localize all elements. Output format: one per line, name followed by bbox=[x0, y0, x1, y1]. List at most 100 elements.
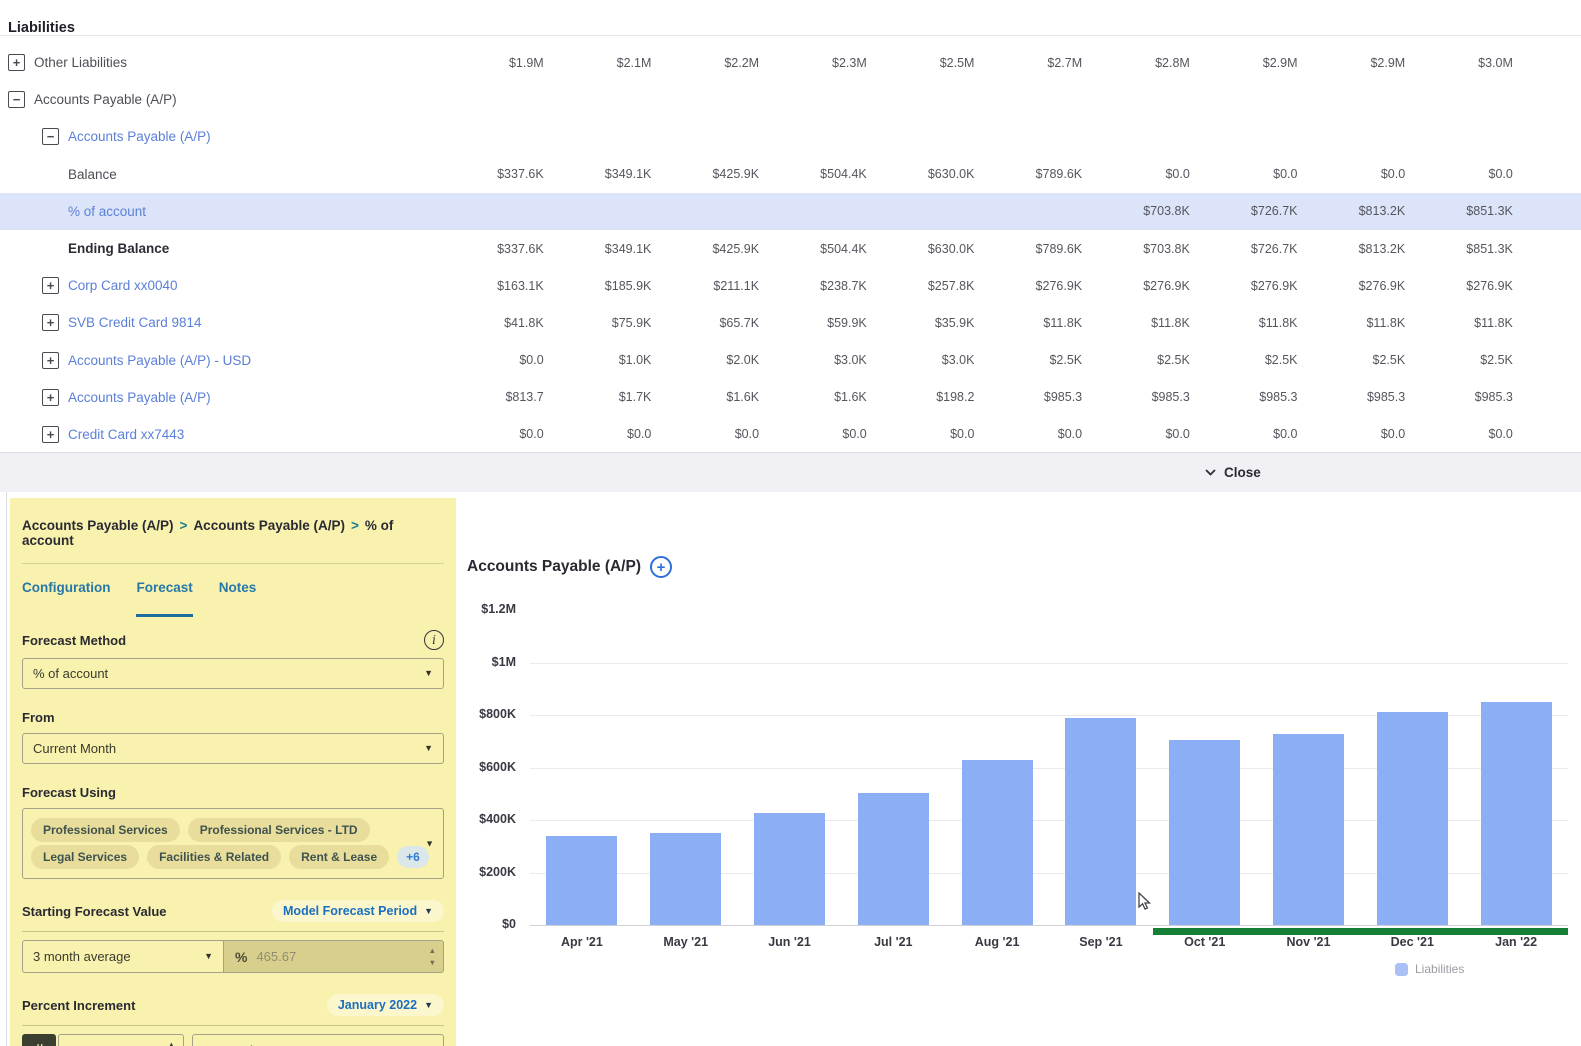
row-label[interactable]: +SVB Credit Card 9814 bbox=[0, 314, 450, 331]
cell-value[interactable]: $41.8K bbox=[450, 316, 558, 330]
forecast-using-select[interactable]: Professional ServicesProfessional Servic… bbox=[22, 808, 444, 879]
cell-value[interactable]: $2.3M bbox=[773, 56, 881, 70]
expand-icon[interactable]: + bbox=[8, 54, 25, 71]
cell-value[interactable]: $163.1K bbox=[450, 279, 558, 293]
breadcrumb-item[interactable]: Accounts Payable (A/P) bbox=[22, 518, 174, 533]
cell-value[interactable]: $276.9K bbox=[1096, 279, 1204, 293]
cell-value[interactable]: $2.7M bbox=[988, 56, 1096, 70]
add-chart-icon[interactable]: + bbox=[650, 556, 672, 578]
cell-value[interactable]: $813.7 bbox=[450, 390, 558, 404]
cell-value[interactable]: $2.9M bbox=[1204, 56, 1312, 70]
cell-value[interactable]: $0.0 bbox=[1204, 167, 1312, 181]
cell-value[interactable]: $0.0 bbox=[1096, 167, 1204, 181]
bar-Jun '21[interactable] bbox=[754, 813, 825, 925]
cell-value[interactable]: $789.6K bbox=[988, 242, 1096, 256]
cell-value[interactable]: $0.0 bbox=[988, 427, 1096, 441]
bar-Jan '22[interactable] bbox=[1481, 702, 1552, 925]
increment-stepper[interactable]: ▲▼ bbox=[168, 1041, 175, 1046]
bar-Jul '21[interactable] bbox=[858, 793, 929, 925]
cell-value[interactable]: $2.5K bbox=[988, 353, 1096, 367]
cell-value[interactable]: $1.6K bbox=[773, 390, 881, 404]
row-label[interactable]: +Accounts Payable (A/P) bbox=[0, 389, 450, 406]
bar-Sep '21[interactable] bbox=[1065, 718, 1136, 925]
row-label[interactable]: −Accounts Payable (A/P) bbox=[0, 128, 450, 145]
cell-value[interactable]: $0.0 bbox=[1096, 427, 1204, 441]
cell-value[interactable]: $0.0 bbox=[1312, 427, 1420, 441]
expand-icon[interactable]: + bbox=[42, 277, 59, 294]
forecast-using-tag[interactable]: Facilities & Related bbox=[147, 845, 281, 869]
expand-icon[interactable]: + bbox=[42, 389, 59, 406]
bar-May '21[interactable] bbox=[650, 833, 721, 925]
cell-value[interactable]: $813.2K bbox=[1312, 242, 1420, 256]
bar-Dec '21[interactable] bbox=[1377, 712, 1448, 925]
cell-value[interactable]: $425.9K bbox=[665, 167, 773, 181]
tab-configuration[interactable]: Configuration bbox=[22, 580, 110, 617]
cell-value[interactable]: $425.9K bbox=[665, 242, 773, 256]
spinner-up-icon[interactable]: ▲ bbox=[168, 1041, 175, 1046]
row-label[interactable]: % of account bbox=[0, 204, 450, 219]
forecast-using-tag[interactable]: Rent & Lease bbox=[289, 845, 389, 869]
model-forecast-period-selector[interactable]: Model Forecast Period ▼ bbox=[272, 900, 444, 922]
cell-value[interactable]: $11.8K bbox=[1312, 316, 1420, 330]
value-stepper[interactable]: ▲▼ bbox=[429, 947, 436, 966]
cell-value[interactable]: $276.9K bbox=[1312, 279, 1420, 293]
cell-value[interactable]: $630.0K bbox=[881, 242, 989, 256]
cell-value[interactable]: $0.0 bbox=[1419, 427, 1527, 441]
cell-value[interactable]: $504.4K bbox=[773, 167, 881, 181]
close-button[interactable]: Close bbox=[1205, 453, 1261, 492]
from-select[interactable]: Current Month ▼ bbox=[22, 733, 444, 764]
cell-value[interactable]: $11.8K bbox=[1419, 316, 1527, 330]
cell-value[interactable]: $0.0 bbox=[450, 427, 558, 441]
cell-value[interactable]: $703.8K bbox=[1096, 204, 1204, 218]
expand-icon[interactable]: + bbox=[42, 352, 59, 369]
forecast-method-select[interactable]: % of account ▼ bbox=[22, 658, 444, 689]
cell-value[interactable]: $0.0 bbox=[1204, 427, 1312, 441]
cell-value[interactable]: $2.9M bbox=[1312, 56, 1420, 70]
cell-value[interactable]: $0.0 bbox=[1419, 167, 1527, 181]
row-label[interactable]: +Credit Card xx7443 bbox=[0, 426, 450, 443]
bar-Oct '21[interactable] bbox=[1169, 740, 1240, 925]
cell-value[interactable]: $0.0 bbox=[558, 427, 666, 441]
spinner-up-icon[interactable]: ▲ bbox=[429, 947, 436, 955]
cell-value[interactable]: $0.0 bbox=[1312, 167, 1420, 181]
cell-value[interactable]: $2.1M bbox=[558, 56, 666, 70]
cell-value[interactable]: $2.5K bbox=[1204, 353, 1312, 367]
cell-value[interactable]: $0.0 bbox=[665, 427, 773, 441]
collapse-icon[interactable]: − bbox=[8, 91, 25, 108]
cell-value[interactable]: $2.5K bbox=[1096, 353, 1204, 367]
percent-value-field[interactable]: % 465.67 ▲▼ bbox=[224, 940, 444, 973]
cell-value[interactable]: $1.0K bbox=[558, 353, 666, 367]
increment-month-selector[interactable]: January 2022 ▼ bbox=[327, 994, 444, 1016]
spinner-down-icon[interactable]: ▼ bbox=[429, 959, 436, 967]
cell-value[interactable]: $726.7K bbox=[1204, 204, 1312, 218]
cell-value[interactable]: $59.9K bbox=[773, 316, 881, 330]
cell-value[interactable]: $257.8K bbox=[881, 279, 989, 293]
cell-value[interactable]: $985.3 bbox=[1419, 390, 1527, 404]
number-format-button[interactable]: # bbox=[22, 1034, 56, 1046]
cell-value[interactable]: $185.9K bbox=[558, 279, 666, 293]
info-icon[interactable]: i bbox=[424, 630, 444, 650]
cell-value[interactable]: $276.9K bbox=[1204, 279, 1312, 293]
cell-value[interactable]: $2.8M bbox=[1096, 56, 1204, 70]
forecast-using-tag[interactable]: Professional Services bbox=[31, 818, 180, 842]
bar-Nov '21[interactable] bbox=[1273, 734, 1344, 925]
cell-value[interactable]: $75.9K bbox=[558, 316, 666, 330]
cell-value[interactable]: $1.6K bbox=[665, 390, 773, 404]
cell-value[interactable]: $2.0K bbox=[665, 353, 773, 367]
duration-select[interactable]: 12 Months ▼ bbox=[192, 1034, 444, 1046]
cell-value[interactable]: $851.3K bbox=[1419, 204, 1527, 218]
cell-value[interactable]: $276.9K bbox=[1419, 279, 1527, 293]
cell-value[interactable]: $2.2M bbox=[665, 56, 773, 70]
cell-value[interactable]: $2.5M bbox=[881, 56, 989, 70]
cell-value[interactable]: $985.3 bbox=[988, 390, 1096, 404]
cell-value[interactable]: $1.9M bbox=[450, 56, 558, 70]
cell-value[interactable]: $726.7K bbox=[1204, 242, 1312, 256]
cell-value[interactable]: $985.3 bbox=[1312, 390, 1420, 404]
cell-value[interactable]: $789.6K bbox=[988, 167, 1096, 181]
row-label[interactable]: +Accounts Payable (A/P) - USD bbox=[0, 352, 450, 369]
cell-value[interactable]: $504.4K bbox=[773, 242, 881, 256]
cell-value[interactable]: $337.6K bbox=[450, 167, 558, 181]
bar-Apr '21[interactable] bbox=[546, 836, 617, 925]
row-label[interactable]: +Corp Card xx0040 bbox=[0, 277, 450, 294]
cell-value[interactable]: $1.7K bbox=[558, 390, 666, 404]
